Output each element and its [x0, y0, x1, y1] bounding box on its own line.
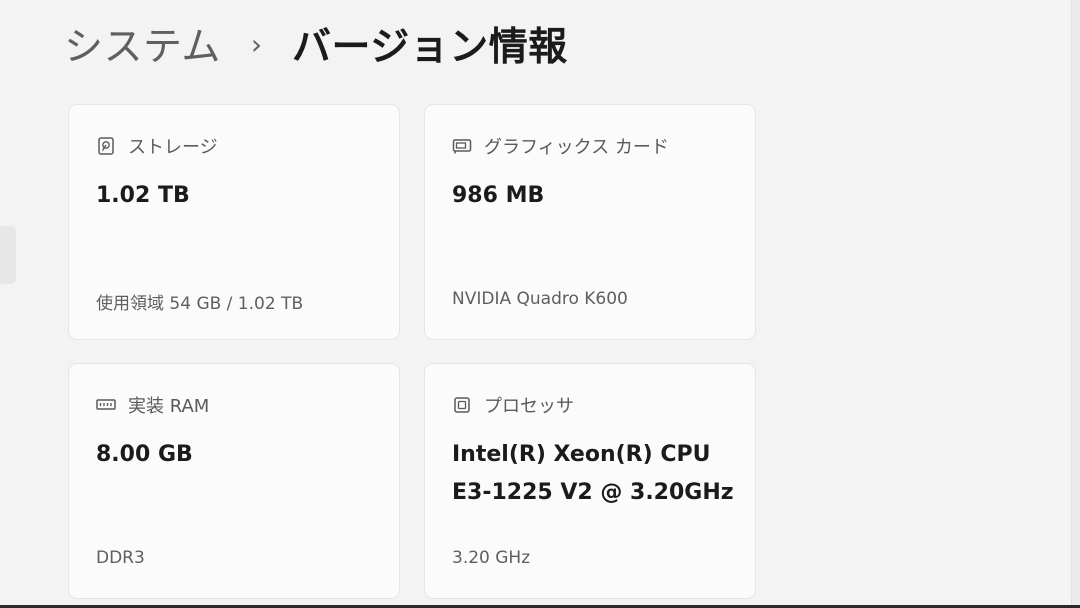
graphics-card-header: グラフィックス カード	[452, 133, 669, 159]
processor-card[interactable]: プロセッサ Intel(R) Xeon(R) CPU E3-1225 V2 @ …	[424, 363, 756, 599]
processor-chip-icon	[452, 395, 472, 415]
breadcrumb: システム › バージョン情報	[64, 16, 568, 72]
processor-name-line2: E3-1225 V2 @ 3.20GHz	[452, 480, 734, 505]
processor-name-line1: Intel(R) Xeon(R) CPU	[452, 442, 711, 467]
processor-card-header: プロセッサ	[452, 392, 574, 418]
graphics-label: グラフィックス カード	[484, 137, 669, 158]
ram-module-icon	[96, 395, 116, 415]
ram-value: 8.00 GB	[96, 442, 193, 467]
ram-label: 実装 RAM	[128, 396, 210, 417]
processor-speed: 3.20 GHz	[452, 548, 531, 568]
processor-value: Intel(R) Xeon(R) CPU E3-1225 V2 @ 3.20GH…	[452, 436, 734, 512]
processor-label: プロセッサ	[484, 396, 574, 417]
storage-label: ストレージ	[128, 137, 218, 158]
ram-type: DDR3	[96, 548, 145, 568]
page-title: バージョン情報	[292, 25, 568, 70]
graphics-card-icon	[452, 136, 472, 156]
about-page: システム › バージョン情報 ストレージ 1.02 TB 使用領域 54 GB …	[0, 0, 1080, 608]
storage-usage: 使用領域 54 GB / 1.02 TB	[96, 294, 304, 314]
graphics-memory-value: 986 MB	[452, 183, 545, 208]
graphics-card[interactable]: グラフィックス カード 986 MB NVIDIA Quadro K600	[424, 104, 756, 340]
scrollbar-track[interactable]	[1071, 0, 1080, 608]
ram-card-header: 実装 RAM	[96, 392, 209, 418]
storage-card[interactable]: ストレージ 1.02 TB 使用領域 54 GB / 1.02 TB	[68, 104, 400, 340]
breadcrumb-system-link[interactable]: システム	[64, 16, 221, 72]
storage-value: 1.02 TB	[96, 183, 190, 208]
storage-drive-icon	[96, 136, 116, 156]
graphics-model: NVIDIA Quadro K600	[452, 289, 628, 309]
nav-pane-handle[interactable]	[0, 226, 16, 284]
storage-card-header: ストレージ	[96, 133, 218, 159]
chevron-right-icon: ›	[250, 27, 263, 61]
ram-card[interactable]: 実装 RAM 8.00 GB DDR3	[68, 363, 400, 599]
